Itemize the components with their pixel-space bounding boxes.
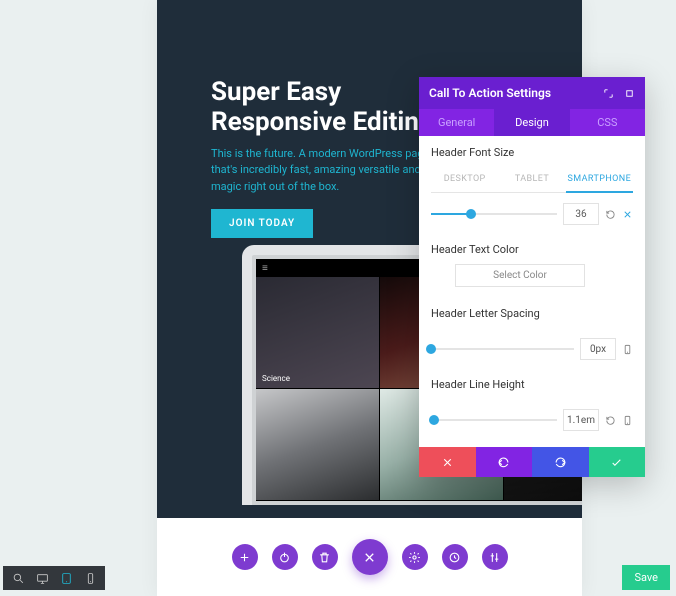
hero-title-line2: Responsive Editing bbox=[211, 107, 434, 137]
font-size-slider[interactable] bbox=[431, 213, 557, 215]
builder-toolbar bbox=[157, 518, 582, 596]
panel-actions bbox=[419, 447, 645, 477]
tile-label: Science bbox=[262, 374, 290, 383]
panel-header[interactable]: Call To Action Settings bbox=[419, 77, 645, 109]
device-desktop[interactable]: DESKTOP bbox=[431, 167, 498, 192]
zoom-icon[interactable] bbox=[11, 571, 25, 585]
text-color-label: Header Text Color bbox=[431, 243, 633, 256]
redo-button[interactable] bbox=[532, 447, 589, 477]
tab-css[interactable]: CSS bbox=[570, 109, 645, 136]
desktop-view-icon[interactable] bbox=[35, 571, 49, 585]
power-button[interactable] bbox=[272, 544, 298, 570]
line-height-section: Header Line Height 1.1em bbox=[419, 368, 645, 447]
phone-view-icon[interactable] bbox=[83, 571, 97, 585]
tile bbox=[256, 389, 380, 501]
tab-design[interactable]: Design bbox=[494, 109, 569, 136]
line-height-value[interactable]: 1.1em bbox=[563, 409, 599, 431]
responsive-icon[interactable] bbox=[622, 415, 633, 426]
text-color-section: Header Text Color Select Color bbox=[419, 233, 645, 297]
letter-spacing-slider[interactable] bbox=[431, 348, 574, 350]
viewport-bar bbox=[3, 566, 105, 590]
reset-icon[interactable] bbox=[605, 209, 616, 220]
settings-panel: Call To Action Settings General Design C… bbox=[419, 77, 645, 477]
snap-icon[interactable] bbox=[624, 88, 635, 99]
line-height-slider[interactable] bbox=[431, 419, 557, 421]
device-tabs: DESKTOP TABLET SMARTPHONE bbox=[431, 167, 633, 193]
confirm-button[interactable] bbox=[589, 447, 646, 477]
font-size-value[interactable]: 36 bbox=[563, 203, 599, 225]
add-button[interactable] bbox=[232, 544, 258, 570]
reset-icon[interactable] bbox=[605, 415, 616, 426]
letter-spacing-value[interactable]: 0px bbox=[580, 338, 616, 360]
undo-button[interactable] bbox=[476, 447, 533, 477]
sliders-button[interactable] bbox=[482, 544, 508, 570]
cancel-button[interactable] bbox=[419, 447, 476, 477]
letter-spacing-label: Header Letter Spacing bbox=[431, 307, 633, 320]
trash-button[interactable] bbox=[312, 544, 338, 570]
tab-general[interactable]: General bbox=[419, 109, 494, 136]
close-icon[interactable] bbox=[622, 209, 633, 220]
save-button[interactable]: Save bbox=[622, 565, 670, 590]
font-size-label: Header Font Size bbox=[431, 146, 633, 159]
tablet-view-icon[interactable] bbox=[59, 571, 73, 585]
letter-spacing-section: Header Letter Spacing 0px bbox=[419, 297, 645, 368]
tile: Science bbox=[256, 277, 380, 389]
font-size-section: Header Font Size DESKTOP TABLET SMARTPHO… bbox=[419, 136, 645, 233]
responsive-icon[interactable] bbox=[622, 344, 633, 355]
panel-tabs: General Design CSS bbox=[419, 109, 645, 136]
join-today-button[interactable]: JOIN TODAY bbox=[211, 209, 313, 238]
close-builder-button[interactable] bbox=[352, 539, 388, 575]
select-color-button[interactable]: Select Color bbox=[455, 264, 585, 287]
history-button[interactable] bbox=[442, 544, 468, 570]
settings-button[interactable] bbox=[402, 544, 428, 570]
device-smartphone[interactable]: SMARTPHONE bbox=[566, 167, 633, 193]
expand-icon[interactable] bbox=[603, 88, 614, 99]
device-tablet[interactable]: TABLET bbox=[498, 167, 565, 192]
hamburger-icon: ≡ bbox=[262, 263, 269, 274]
hero-title-line1: Super Easy bbox=[211, 77, 341, 107]
line-height-label: Header Line Height bbox=[431, 378, 633, 391]
panel-title: Call To Action Settings bbox=[429, 86, 551, 100]
